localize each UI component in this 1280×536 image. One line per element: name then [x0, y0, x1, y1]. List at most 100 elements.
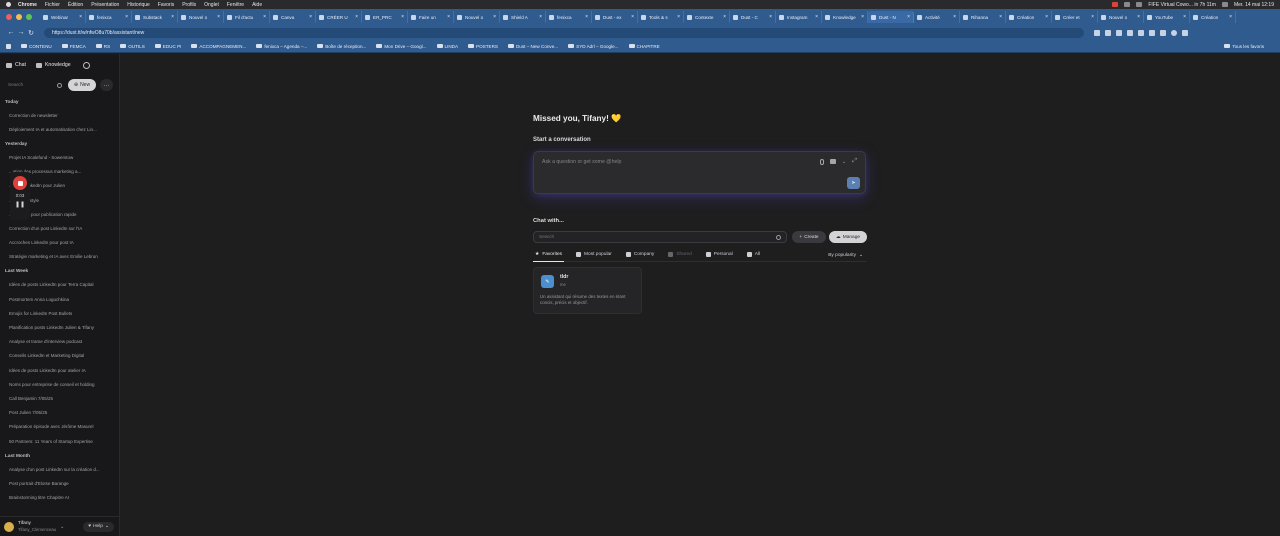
conversation-item[interactable]: Projet IA Scalefund - Sowerstow [0, 150, 119, 164]
chevron-down-icon[interactable]: ⌄ [60, 524, 64, 530]
conversation-item[interactable]: Déploiement IA et automatisation chez Li… [0, 122, 119, 136]
apps-grid-icon[interactable] [6, 43, 11, 49]
expand-icon[interactable]: ⤢ [852, 158, 857, 165]
bookmark-item[interactable]: LINDA [436, 44, 458, 49]
browser-tab[interactable]: Canva × [270, 11, 316, 23]
close-icon[interactable]: × [493, 14, 496, 20]
record-status-icon[interactable] [1112, 2, 1119, 7]
create-agent-button[interactable]: + Create [792, 231, 826, 243]
close-icon[interactable]: × [769, 14, 772, 20]
browser-tab[interactable]: Instagram × [776, 11, 822, 23]
help-button[interactable]: ♥ Help ⌄ [83, 521, 114, 532]
bookmark-item[interactable]: Dust – New Conve... [507, 44, 558, 49]
agent-card[interactable]: ✎ tldr me Un assistant qui résume des te… [533, 267, 642, 314]
extension-icon[interactable] [1105, 29, 1111, 36]
attach-icon[interactable] [819, 158, 824, 165]
extension-icon[interactable] [1149, 29, 1155, 36]
manage-agents-button[interactable]: ☁ Manage [829, 231, 867, 243]
browser-tab[interactable]: Faire un × [408, 11, 454, 23]
browser-tab[interactable]: fenixca × [86, 11, 132, 23]
wifi-icon[interactable] [1124, 2, 1131, 7]
browser-tab[interactable]: CRÉER U × [316, 11, 362, 23]
close-icon[interactable]: × [677, 14, 680, 20]
tab-favorites[interactable]: ★ Favorites [533, 248, 565, 262]
browser-tab[interactable]: Knowledge × [822, 11, 868, 23]
chevron-down-icon[interactable]: ⌄ [842, 159, 846, 165]
browser-tab[interactable]: Nouvel o × [178, 11, 224, 23]
tab-all[interactable]: All [745, 248, 762, 262]
browser-tab[interactable]: Tools & s × [638, 11, 684, 23]
close-icon[interactable]: × [125, 14, 128, 20]
tab-company[interactable]: Company [624, 248, 657, 262]
close-icon[interactable]: × [631, 14, 634, 20]
browser-tab[interactable]: Nouvel o × [454, 11, 500, 23]
conversation-item[interactable]: Brainstorming titre Chapitre AI [0, 491, 119, 505]
gear-icon[interactable] [82, 61, 90, 69]
profile-icon[interactable] [1171, 29, 1177, 36]
conversation-item[interactable]: Correction d'un post LinkedIn sur l'IA [0, 221, 119, 235]
extension-icon[interactable] [1094, 29, 1100, 36]
conversation-item[interactable]: Analyse et trame d'interview podcast [0, 335, 119, 349]
bookmark-item[interactable]: OUTILS [120, 44, 145, 49]
bookmark-item[interactable]: fenixca – Agenda –... [256, 44, 307, 49]
stop-recording-button[interactable] [13, 176, 27, 190]
close-icon[interactable]: × [907, 14, 910, 20]
conversation-item[interactable]: Post Julien 7/05/25 [0, 406, 119, 420]
reload-icon[interactable]: ↻ [26, 29, 36, 37]
forward-icon[interactable]: → [16, 29, 26, 36]
conversation-item[interactable]: Stratégie marketing et IA avec Emilie Le… [0, 250, 119, 264]
close-icon[interactable]: × [1137, 14, 1140, 20]
conversation-item[interactable]: 50 Partners: 11 Years of Startup Experti… [0, 434, 119, 448]
menu-fichier[interactable]: Fichier [45, 2, 60, 8]
menu-edition[interactable]: Édition [68, 2, 83, 8]
close-icon[interactable]: × [263, 14, 266, 20]
conversation-item[interactable]: Accroches LinkedIn pour post IA [0, 236, 119, 250]
conversation-search-input[interactable]: Search [6, 79, 64, 91]
close-icon[interactable]: × [1229, 14, 1232, 20]
browser-tab[interactable]: Substack × [132, 11, 178, 23]
browser-tab[interactable]: Créer et × [1052, 11, 1098, 23]
close-window-button[interactable] [6, 14, 12, 20]
tab-shared[interactable]: Shared [666, 248, 693, 262]
close-icon[interactable]: × [723, 14, 726, 20]
new-conversation-button[interactable]: ⊕ New [68, 79, 96, 91]
browser-tab[interactable]: Webinar × [40, 11, 86, 23]
close-icon[interactable]: × [79, 14, 82, 20]
send-button[interactable]: ➤ [847, 177, 860, 189]
bookmark-all[interactable]: Tous les favoris [1224, 44, 1264, 49]
agent-picker-icon[interactable] [829, 159, 836, 164]
menu-clock[interactable]: Mer. 14 mai 12:19 [1234, 2, 1274, 8]
close-icon[interactable]: × [447, 14, 450, 20]
bookmark-item[interactable]: POSTERS [468, 44, 498, 49]
conversation-item[interactable]: Idées de posts LinkedIn pour Terra Capit… [0, 278, 119, 292]
bookmark-item[interactable]: EDUC PI [154, 44, 181, 49]
browser-menu-icon[interactable] [1182, 29, 1188, 36]
bookmark-item[interactable]: FEMCA [61, 44, 86, 49]
tab-most-popular[interactable]: Most popular [574, 248, 614, 262]
conversation-item[interactable]: Post portrait d'Eloïse Barange [0, 476, 119, 490]
close-icon[interactable]: × [861, 14, 864, 20]
extension-icon[interactable] [1138, 29, 1144, 36]
menu-profils[interactable]: Profils [182, 2, 196, 8]
zoom-window-button[interactable] [26, 14, 32, 20]
agent-search-input[interactable]: Search [533, 231, 787, 243]
tab-chat[interactable]: Chat [6, 62, 26, 68]
close-icon[interactable]: × [401, 14, 404, 20]
close-icon[interactable]: × [1045, 14, 1048, 20]
bookmark-item[interactable]: ACCOMPAGNEMEN... [191, 44, 246, 49]
apple-icon[interactable] [6, 2, 11, 7]
user-menu[interactable]: Tifany Tifany_Clemenceau ⌄ ♥ Help ⌄ [0, 516, 120, 536]
browser-tab[interactable]: Activité × [914, 11, 960, 23]
close-icon[interactable]: × [1183, 14, 1186, 20]
conversation-item[interactable]: Idées de posts LinkedIn pour atelier IA [0, 363, 119, 377]
menu-aide[interactable]: Aide [252, 2, 262, 8]
close-icon[interactable]: × [999, 14, 1002, 20]
close-icon[interactable]: × [1091, 14, 1094, 20]
more-options-button[interactable]: … [99, 79, 113, 91]
tab-personal[interactable]: Personal [704, 248, 735, 262]
close-icon[interactable]: × [171, 14, 174, 20]
close-icon[interactable]: × [355, 14, 358, 20]
pause-icon[interactable]: ❚❚ [15, 201, 25, 208]
bookmark-item[interactable]: RS [95, 44, 110, 49]
browser-tab[interactable]: fenixca × [546, 11, 592, 23]
